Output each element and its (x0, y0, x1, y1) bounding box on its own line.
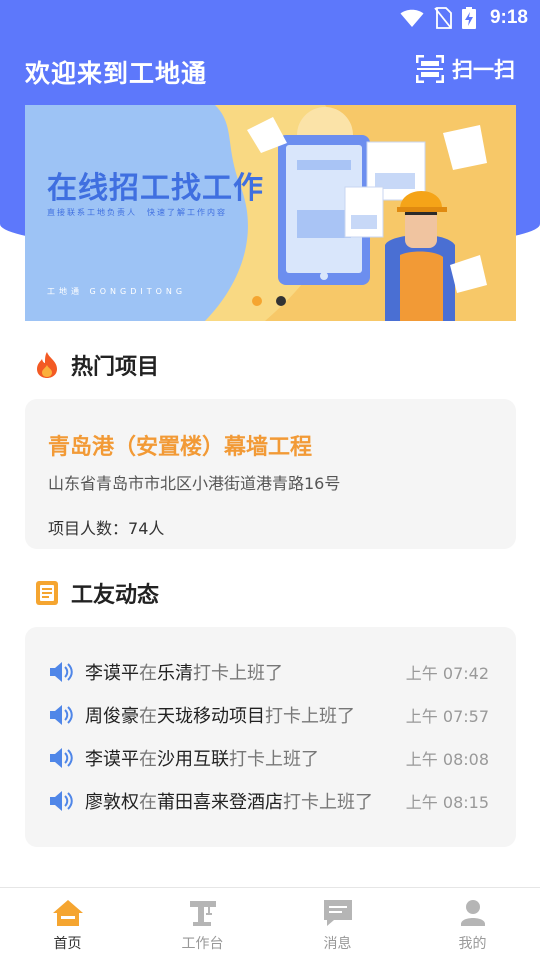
notepad-icon (36, 581, 58, 605)
status-time: 9:18 (489, 7, 528, 28)
worker-name: 李谟平 (85, 749, 139, 770)
tab-label: 消息 (323, 936, 352, 952)
project-card[interactable]: 青岛港（安置楼）幕墙工程 山东省青岛市市北区小港街道港青路16号 项目人数：74… (25, 399, 516, 549)
tab-profile[interactable]: 我的 (405, 888, 540, 960)
worker-name: 周俊豪 (85, 706, 139, 727)
list-item[interactable]: 周俊豪在天珑移动项目打卡上班了 上午 07:57 (49, 700, 489, 730)
list-item[interactable]: 李谟平在乐清打卡上班了 上午 07:42 (49, 657, 489, 687)
banner-carousel[interactable]: 在线招工找工作 直接联系工地负责人 快速了解工作内容 工地通 GONGDITON… (25, 105, 516, 321)
project-name: 青岛港（安置楼）幕墙工程 (48, 435, 313, 460)
bottom-tab-bar: 首页 工作台 消息 我的 (0, 887, 540, 960)
tab-workbench[interactable]: 工作台 (135, 888, 270, 960)
tab-home[interactable]: 首页 (0, 888, 135, 960)
carousel-dot-2[interactable] (276, 296, 286, 306)
scan-label: 扫一扫 (452, 58, 515, 82)
title-bar: 欢迎来到工地通 扫一扫 (0, 44, 540, 100)
message-icon (323, 900, 352, 926)
no-sim-icon (434, 7, 452, 29)
hot-projects-header: 热门项目 (35, 349, 159, 381)
worker-feed-header: 工友动态 (35, 577, 159, 609)
headcount-label: 项目人数： (48, 519, 129, 538)
tab-label: 我的 (458, 936, 487, 952)
carousel-dots (252, 296, 286, 306)
headcount-value: 74人 (128, 519, 165, 538)
battery-charging-icon (461, 7, 476, 29)
feed-place: 天珑移动项目 (157, 706, 265, 727)
carousel-dot-1[interactable] (252, 296, 262, 306)
status-bar: 9:18 (0, 0, 540, 36)
feed-action: 打卡上班了 (283, 792, 373, 813)
feed-action: 打卡上班了 (265, 706, 355, 727)
status-icons: 9:18 (400, 6, 528, 30)
hot-projects-title: 热门项目 (71, 355, 160, 380)
tab-label: 首页 (53, 936, 82, 952)
feed-action: 打卡上班了 (193, 663, 283, 684)
feed-place: 乐清 (157, 663, 193, 684)
project-address: 山东省青岛市市北区小港街道港青路16号 (48, 474, 341, 493)
tab-label: 工作台 (181, 936, 224, 952)
banner-subline: 直接联系工地负责人 快速了解工作内容 (47, 208, 227, 217)
feed-place: 莆田喜来登酒店 (157, 792, 283, 813)
feed-text: 周俊豪在天珑移动项目打卡上班了 (85, 702, 397, 728)
feed-time: 上午 08:08 (405, 750, 489, 769)
speaker-icon (50, 705, 73, 725)
wifi-icon (400, 9, 424, 27)
feed-connector: 在 (139, 706, 157, 727)
workbench-icon (189, 901, 216, 926)
feed-text: 李谟平在乐清打卡上班了 (85, 659, 397, 685)
feed-place: 沙用互联 (157, 749, 229, 770)
speaker-icon (50, 791, 73, 811)
worker-feed-title: 工友动态 (71, 583, 160, 608)
feed-connector: 在 (139, 663, 157, 684)
list-item[interactable]: 廖敦权在莆田喜来登酒店打卡上班了 上午 08:15 (49, 786, 489, 816)
feed-action: 打卡上班了 (229, 749, 319, 770)
project-headcount: 项目人数：74人 (48, 515, 164, 539)
feed-connector: 在 (139, 749, 157, 770)
feed-text: 廖敦权在莆田喜来登酒店打卡上班了 (85, 788, 397, 814)
feed-text: 李谟平在沙用互联打卡上班了 (85, 745, 397, 771)
feed-time: 上午 08:15 (405, 793, 489, 812)
scan-icon (416, 55, 444, 83)
feed-time: 上午 07:57 (405, 707, 489, 726)
fire-icon (37, 352, 57, 378)
app-title: 欢迎来到工地通 (25, 59, 208, 88)
feed-time: 上午 07:42 (405, 664, 489, 683)
banner-brand: 工地通 GONGDITONG (47, 287, 187, 296)
worker-feed-list: 李谟平在乐清打卡上班了 上午 07:42 周俊豪在天珑移动项目打卡上班了 上午 … (25, 627, 516, 847)
speaker-icon (50, 662, 73, 682)
tab-messages[interactable]: 消息 (270, 888, 405, 960)
speaker-icon (50, 748, 73, 768)
worker-name: 李谟平 (85, 663, 139, 684)
home-icon (52, 900, 83, 926)
user-icon (460, 900, 485, 926)
feed-connector: 在 (139, 792, 157, 813)
banner-headline: 在线招工找工作 (47, 171, 264, 206)
scan-button[interactable]: 扫一扫 (416, 54, 515, 84)
worker-name: 廖敦权 (85, 792, 139, 813)
list-item[interactable]: 李谟平在沙用互联打卡上班了 上午 08:08 (49, 743, 489, 773)
